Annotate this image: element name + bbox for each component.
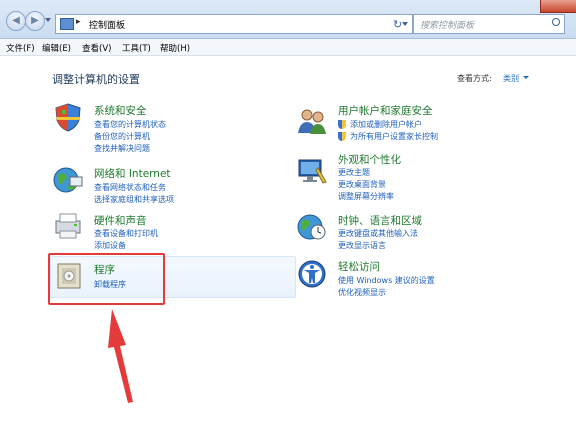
search-placeholder: 搜索控制面板 <box>420 21 475 31</box>
menu-help[interactable]: 帮助(H) <box>160 42 190 54</box>
breadcrumb-separator-icon[interactable]: ▸ <box>76 17 81 27</box>
menu-bar: 文件(F) 编辑(E) 查看(V) 工具(T) 帮助(H) <box>0 39 576 56</box>
menu-file[interactable]: 文件(F) <box>6 42 35 54</box>
recent-pages-dropdown[interactable] <box>45 18 51 22</box>
address-bar[interactable]: ▸ 控制面板 <box>55 14 413 34</box>
annotation-arrow-icon <box>108 309 133 403</box>
content-pane: 调整计算机的设置 查看方式: 类别 系统和安全 查看您的计算机状态 备份您的计算… <box>0 56 576 422</box>
back-button[interactable]: ◀ <box>6 11 26 31</box>
menu-edit[interactable]: 编辑(E) <box>42 42 71 54</box>
forward-arrow-icon: ▶ <box>31 15 39 26</box>
address-dropdown-icon[interactable] <box>402 22 408 26</box>
back-arrow-icon: ◀ <box>12 15 20 26</box>
menu-view[interactable]: 查看(V) <box>82 42 111 54</box>
control-panel-icon <box>60 18 74 30</box>
search-icon[interactable] <box>552 18 560 26</box>
menu-tools[interactable]: 工具(T) <box>122 42 151 54</box>
forward-button[interactable]: ▶ <box>25 11 45 31</box>
close-window-button[interactable] <box>540 0 576 13</box>
breadcrumb-control-panel[interactable]: 控制面板 <box>89 18 125 31</box>
search-input[interactable]: 搜索控制面板 <box>413 14 565 34</box>
refresh-button[interactable]: ↻ <box>393 18 402 31</box>
title-bar: ◀ ▶ ▸ 控制面板 ↻ 搜索控制面板 <box>0 0 576 39</box>
